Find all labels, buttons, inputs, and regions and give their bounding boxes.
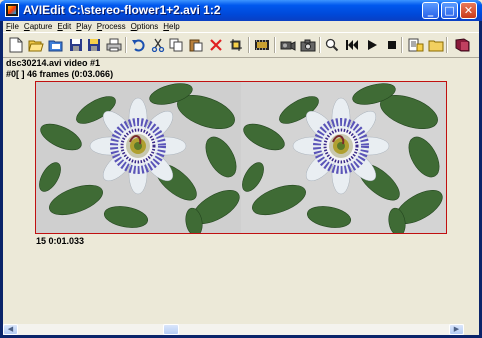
print-icon[interactable] [105, 36, 123, 54]
copy-icon[interactable] [167, 36, 185, 54]
rewind-icon[interactable] [343, 36, 361, 54]
window-title: AVIEdit C:\stereo-flower1+2.avi 1:2 [23, 3, 221, 17]
toolbar-separator [125, 37, 127, 53]
minimize-button[interactable]: _ [422, 2, 439, 19]
menu-process[interactable]: Process [96, 21, 130, 32]
size-grip[interactable] [464, 324, 479, 335]
folder-icon[interactable] [427, 36, 445, 54]
menu-file[interactable]: File [5, 21, 23, 32]
toolbar [3, 32, 479, 58]
undo-icon[interactable] [129, 36, 147, 54]
menu-help[interactable]: Help [162, 21, 183, 32]
toolbar-separator [446, 37, 448, 53]
menu-capture[interactable]: Capture [23, 21, 56, 32]
open-icon[interactable] [27, 36, 45, 54]
horizontal-scrollbar[interactable]: ◀ ▶ [3, 324, 464, 335]
menu-edit[interactable]: Edit [56, 21, 75, 32]
properties-icon[interactable] [407, 36, 425, 54]
stop-icon[interactable] [383, 36, 401, 54]
menu-options[interactable]: Options [130, 21, 163, 32]
toolbar-separator [248, 37, 250, 53]
app-icon[interactable] [5, 3, 19, 17]
frame-left-image [36, 82, 241, 233]
video-preview[interactable] [35, 81, 447, 234]
scroll-right-button[interactable]: ▶ [449, 324, 464, 335]
crop-icon[interactable] [227, 36, 245, 54]
camera-icon[interactable] [279, 36, 297, 54]
toolbar-separator [319, 37, 321, 53]
open-folder-icon[interactable] [47, 36, 65, 54]
scroll-thumb[interactable] [163, 324, 179, 335]
source-label: dsc30214.avi video #1 [6, 58, 101, 68]
maximize-button[interactable]: □ [441, 2, 458, 19]
film-icon[interactable] [253, 36, 271, 54]
scroll-left-button[interactable]: ◀ [3, 324, 18, 335]
save-as-icon[interactable] [85, 36, 103, 54]
delete-icon[interactable] [207, 36, 225, 54]
menu-bar: File Capture Edit Play Process Options H… [3, 21, 481, 32]
paste-icon[interactable] [187, 36, 205, 54]
play-icon[interactable] [363, 36, 381, 54]
app-window: AVIEdit C:\stereo-flower1+2.avi 1:2 _ □ … [0, 0, 482, 338]
toolbar-separator [274, 37, 276, 53]
position-label: 15 0:01.033 [36, 236, 85, 246]
client-area: File Capture Edit Play Process Options H… [3, 21, 479, 335]
new-icon[interactable] [7, 36, 25, 54]
menu-play[interactable]: Play [75, 21, 96, 32]
toolbar-separator [401, 37, 403, 53]
cut-icon[interactable] [149, 36, 167, 54]
zoom-icon[interactable] [323, 36, 341, 54]
frame-right-image [241, 82, 446, 233]
snapshot-icon[interactable] [299, 36, 317, 54]
book-icon[interactable] [453, 36, 471, 54]
close-button[interactable]: ✕ [460, 2, 477, 19]
title-bar[interactable]: AVIEdit C:\stereo-flower1+2.avi 1:2 _ □ … [0, 0, 482, 21]
frame-count-label: #0[ ] 46 frames (0:03.066) [6, 69, 114, 79]
save-icon[interactable] [67, 36, 85, 54]
